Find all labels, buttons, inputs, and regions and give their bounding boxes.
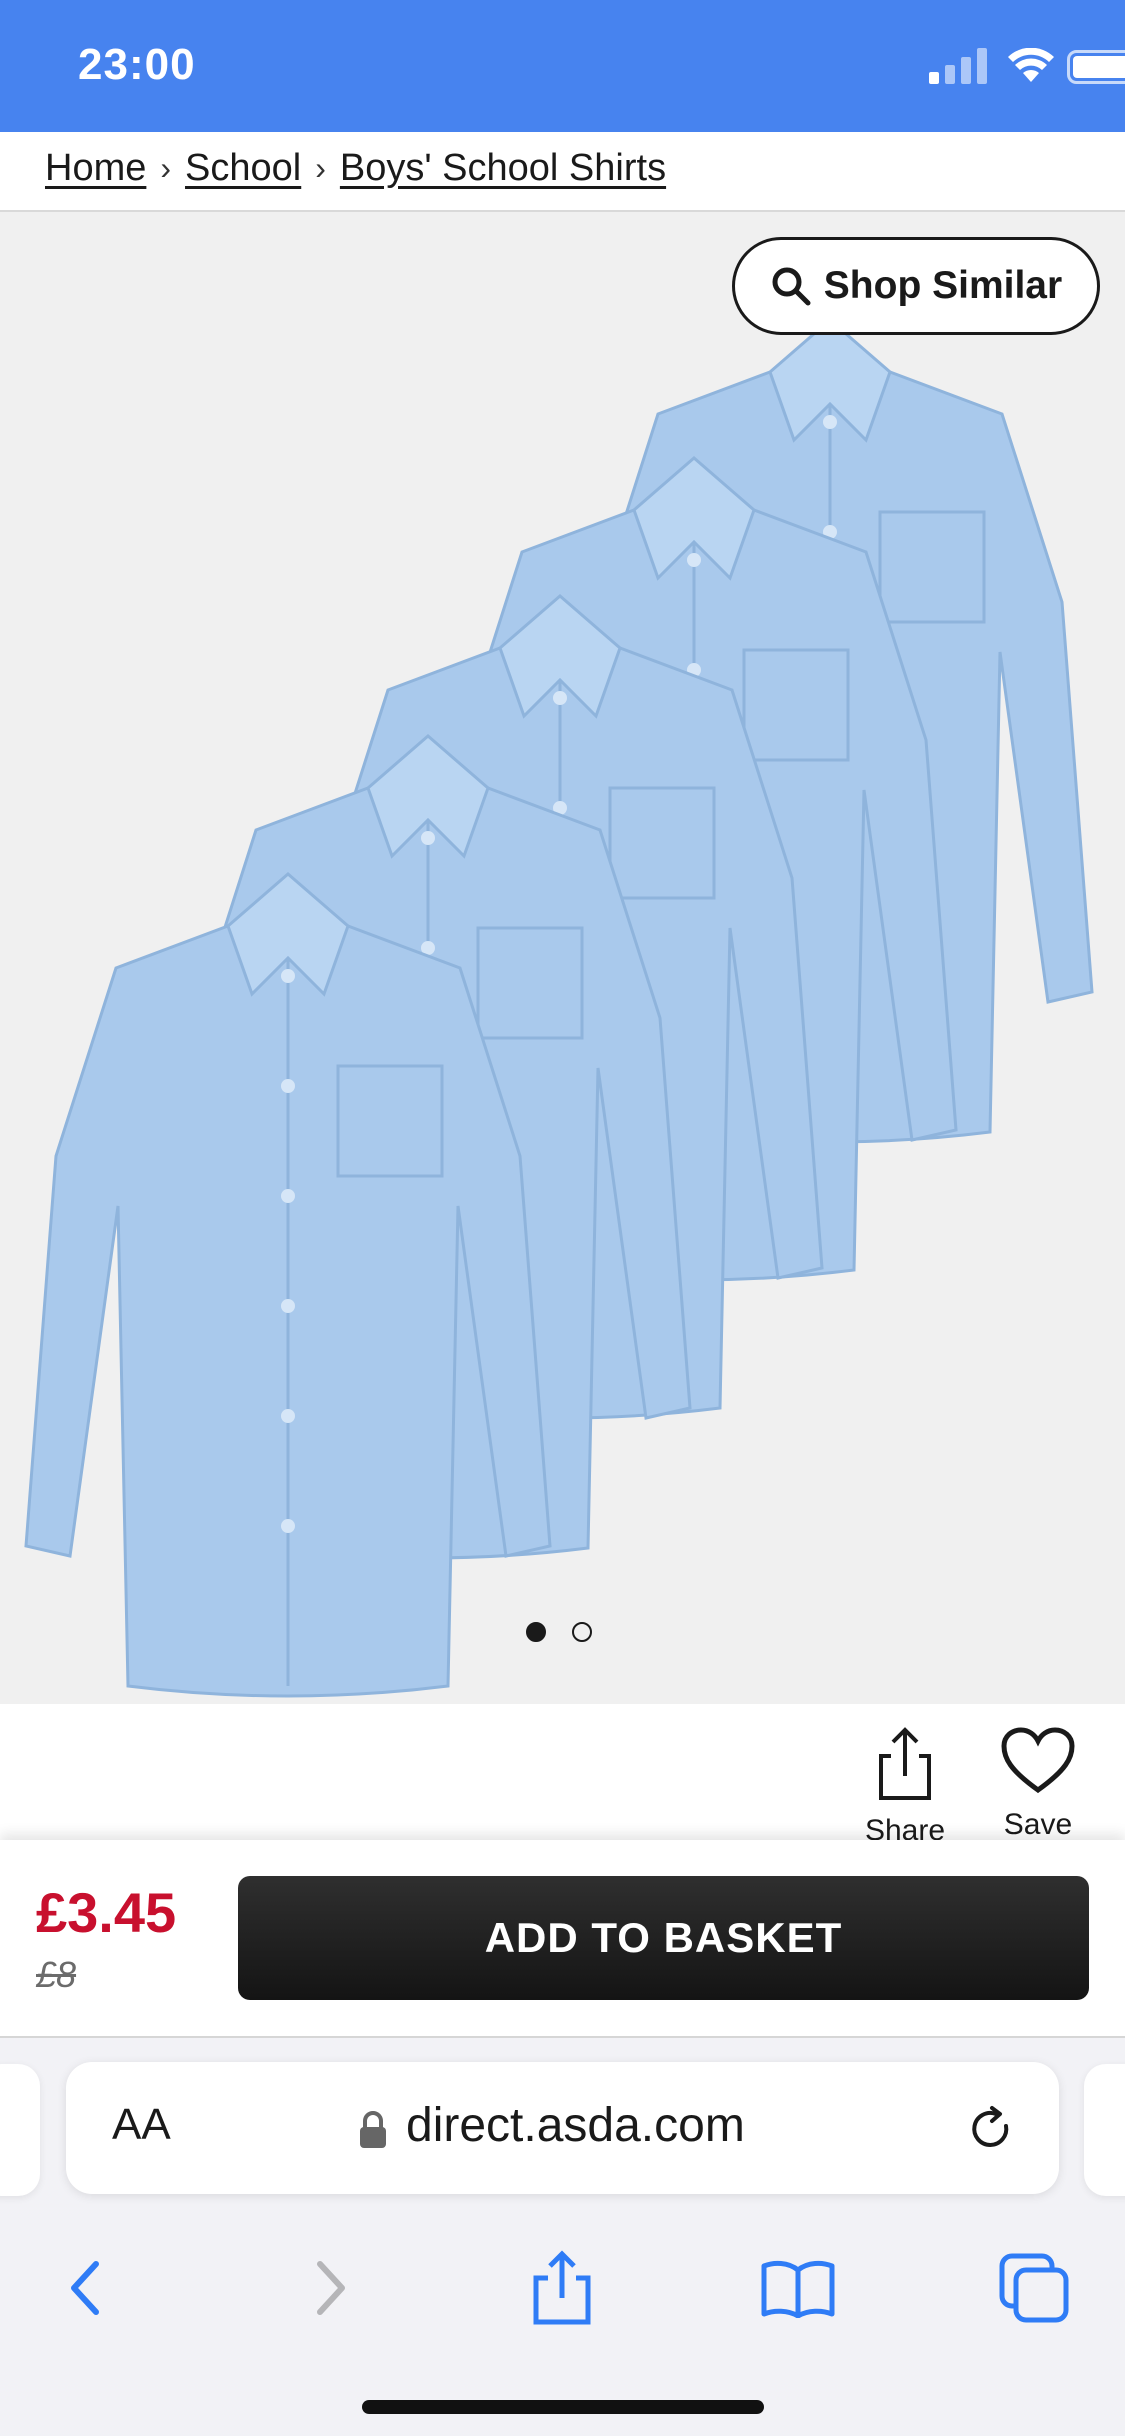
current-price: £3.45 [36, 1881, 177, 1944]
breadcrumb-separator: › [315, 149, 326, 186]
share-sheet-icon [533, 2250, 591, 2325]
was-price: £8 [36, 1954, 77, 1995]
product-image-carousel[interactable] [0, 212, 1125, 1704]
home-indicator [362, 2400, 764, 2414]
breadcrumb-school-link[interactable]: School [185, 147, 301, 190]
status-bar: 23:00 [0, 0, 1125, 132]
wifi-icon [1008, 48, 1054, 82]
search-icon [772, 267, 811, 306]
battery-icon [1067, 50, 1125, 84]
share-icon [879, 1727, 931, 1800]
back-icon [71, 2261, 99, 2315]
carousel-dot-1[interactable] [526, 1622, 546, 1642]
text-size-button[interactable]: AA [112, 2100, 171, 2150]
reload-icon[interactable] [966, 2104, 1018, 2156]
bookmarks-icon [761, 2260, 835, 2318]
buy-bar: £3.45 £8 ADD TO BASKET [0, 1840, 1125, 2038]
browser-toolbar [0, 2228, 1125, 2348]
share-sheet-button[interactable] [522, 2248, 602, 2328]
carousel-dots [526, 1622, 592, 1642]
heart-icon [1001, 1727, 1075, 1794]
forward-button[interactable] [290, 2248, 370, 2328]
carousel-dot-2[interactable] [572, 1622, 592, 1642]
previous-tab-preview[interactable] [0, 2064, 40, 2196]
product-image[interactable] [0, 212, 1125, 1704]
tabs-icon [999, 2253, 1069, 2323]
shop-similar-button[interactable]: Shop Similar [732, 237, 1100, 335]
breadcrumb-home-link[interactable]: Home [45, 147, 146, 190]
breadcrumb: Home › School › Boys' School Shirts [45, 128, 666, 208]
lock-icon [360, 2111, 386, 2148]
save-button[interactable]: Save [990, 1726, 1086, 1842]
shop-similar-label: Shop Similar [823, 264, 1063, 307]
share-button[interactable]: Share [860, 1726, 950, 1848]
breadcrumb-separator: › [160, 149, 172, 186]
forward-icon [317, 2261, 345, 2315]
add-to-basket-button[interactable]: ADD TO BASKET [238, 1876, 1089, 2000]
save-label: Save [1003, 1808, 1073, 1841]
address-bar[interactable]: AA direct.asda.com [66, 2062, 1059, 2194]
back-button[interactable] [46, 2248, 126, 2328]
url-text[interactable]: direct.asda.com [406, 2098, 745, 2153]
breadcrumb-category-link[interactable]: Boys' School Shirts [340, 147, 666, 190]
tabs-button[interactable] [994, 2248, 1074, 2328]
status-time: 23:00 [78, 40, 196, 89]
browser-chrome: AA direct.asda.com [0, 2038, 1125, 2436]
next-tab-preview[interactable] [1084, 2064, 1125, 2196]
actions-row: Share Save [0, 1704, 1125, 1847]
signal-icon [929, 48, 987, 84]
bookmarks-button[interactable] [758, 2248, 838, 2328]
